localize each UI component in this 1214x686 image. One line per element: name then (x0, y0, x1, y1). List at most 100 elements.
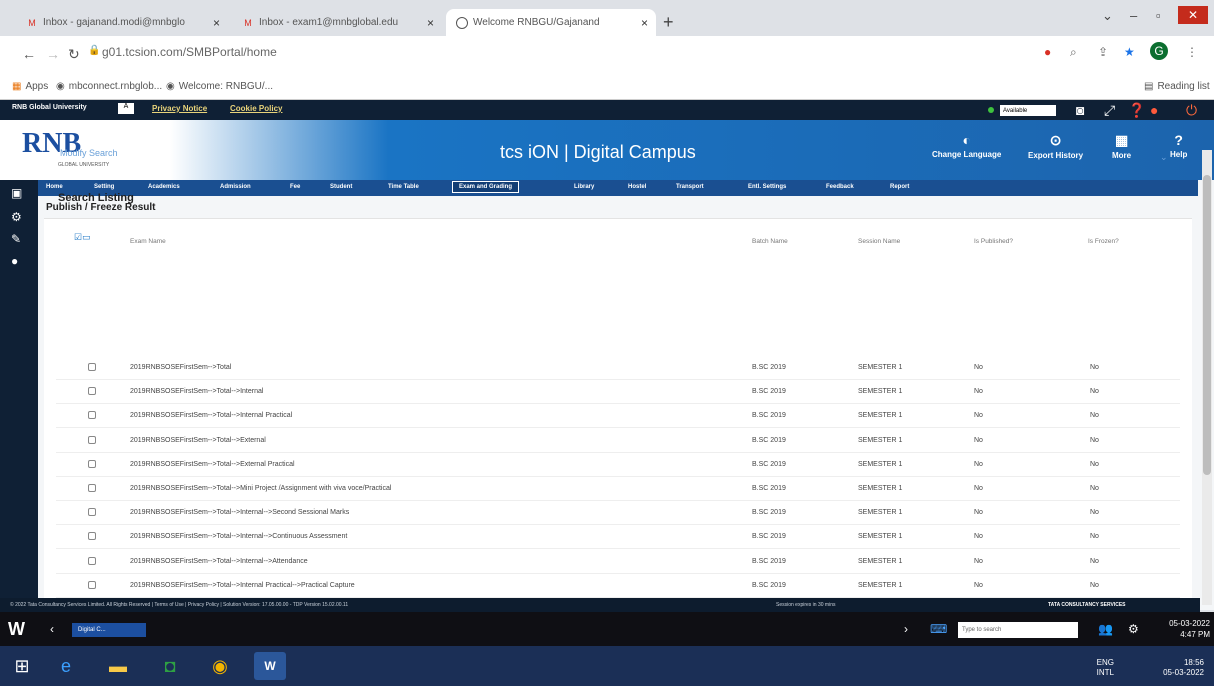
user-icon[interactable]: ● (11, 254, 18, 268)
menu-hostel[interactable]: Hostel (628, 184, 646, 190)
menu-home[interactable]: Home (46, 184, 63, 190)
row-checkbox[interactable] (88, 363, 96, 371)
edge-icon[interactable]: e (50, 652, 82, 680)
export-history-button[interactable]: ⊙ Export History (1028, 132, 1083, 160)
scrollbar-thumb[interactable] (1203, 175, 1211, 475)
remote-taskbar: W ‹ Digital C... › ⌨ Type to search 👥 ⚙ … (0, 612, 1214, 646)
privacy-link[interactable]: Privacy Notice (152, 104, 207, 113)
chevron-down-icon[interactable]: ⌄ (1160, 152, 1168, 163)
tab-inbox-exam[interactable]: M Inbox - exam1@mnbglobal.edu × (232, 9, 442, 36)
grid-icon: ▦ (1114, 132, 1129, 148)
menu-admission[interactable]: Admission (220, 184, 251, 190)
availability-select[interactable]: Available (1000, 105, 1056, 116)
avatar[interactable]: G (1150, 42, 1168, 60)
expand-icon[interactable]: ⤢ (1104, 102, 1115, 119)
close-icon[interactable]: × (641, 16, 648, 30)
menu-report[interactable]: Report (890, 184, 909, 190)
menu-fee[interactable]: Fee (290, 184, 300, 190)
tab-welcome[interactable]: Welcome RNBGU/Gajanand × (446, 9, 656, 36)
menu-transport[interactable]: Transport (676, 184, 704, 190)
people-icon[interactable]: 👥 (1098, 622, 1113, 636)
chrome-icon[interactable]: ◉ (204, 652, 236, 680)
reading-list[interactable]: ▤ Reading list (1144, 81, 1210, 92)
word-icon[interactable]: W (254, 652, 286, 680)
menu-academics[interactable]: Academics (148, 184, 180, 190)
clock-time[interactable]: 18:56 (1184, 658, 1204, 668)
menu-dots-icon[interactable]: ⋮ (1186, 45, 1198, 59)
tab-inbox-gajanand[interactable]: M Inbox - gajanand.modi@mnbglo × (16, 9, 228, 36)
chat-icon[interactable]: ● (1150, 102, 1158, 118)
chevron-right-icon[interactable]: › (904, 622, 908, 636)
cookie-link[interactable]: Cookie Policy (230, 104, 282, 113)
header-button-label: Help (1170, 150, 1188, 159)
chevron-down-icon[interactable]: ⌄ (1102, 8, 1113, 24)
menu-library[interactable]: Library (574, 184, 594, 190)
menu-student[interactable]: Student (330, 184, 352, 190)
power-icon[interactable]: ⏻ (1186, 102, 1197, 119)
row-checkbox[interactable] (88, 435, 96, 444)
settings-icon[interactable]: ⚙ (1128, 622, 1139, 636)
remote-search[interactable]: Type to search (958, 622, 1078, 638)
windows-w-icon[interactable]: W (8, 619, 25, 640)
file-explorer-icon[interactable]: ▬ (102, 652, 134, 680)
row-checkbox[interactable] (88, 387, 96, 396)
help-icon[interactable]: ❓ (1128, 102, 1145, 119)
col-batch-name: Batch Name (752, 238, 788, 245)
url-field[interactable]: g01.tcsion.com/SMBPortal/home (102, 45, 277, 59)
close-icon[interactable]: × (213, 16, 220, 30)
row-checkbox[interactable] (88, 508, 96, 517)
help-button[interactable]: ? Help (1170, 132, 1187, 159)
forward-icon[interactable]: → (46, 46, 60, 62)
row-checkbox[interactable] (88, 459, 96, 468)
camera-icon[interactable]: ◙ (1076, 102, 1084, 118)
maximize-icon[interactable]: ▫ (1156, 8, 1161, 23)
window-close-button[interactable]: ✕ (1178, 6, 1208, 24)
row-checkbox[interactable] (88, 411, 96, 420)
windows-start-icon[interactable]: ⊞ (6, 652, 38, 680)
select-all-checkbox[interactable]: ☑▭ (74, 232, 91, 243)
new-tab-button[interactable]: + (663, 12, 674, 33)
bookmark-star-icon[interactable]: ★ (1124, 45, 1135, 59)
modify-search-link[interactable]: Modify Search (60, 148, 118, 158)
remote-tab[interactable]: Digital C... (72, 623, 146, 637)
menu-feedback[interactable]: Feedback (826, 184, 854, 190)
batch-cell: B.SC 2019 (752, 581, 786, 589)
home-icon[interactable]: ⌂ (11, 166, 18, 180)
export-icon: ⊙ (1049, 132, 1062, 148)
table-row: 2019RNBSOSEFirstSem-->Total-->Internal P… (56, 574, 1180, 598)
batch-cell: B.SC 2019 (752, 388, 786, 396)
document-icon[interactable]: ▣ (11, 186, 22, 200)
bookmark-mbconnect[interactable]: ◉ mbconnect.rnbglob... (56, 81, 162, 92)
share-icon[interactable]: ⇪ (1098, 45, 1108, 59)
more-button[interactable]: ▦ More (1112, 132, 1131, 160)
published-cell: No (974, 436, 983, 444)
menu-setting[interactable]: Setting (94, 184, 114, 190)
font-size-icon[interactable]: A (118, 103, 134, 114)
menu-time-table[interactable]: Time Table (388, 184, 419, 190)
chevron-left-icon[interactable]: ‹ (50, 622, 54, 636)
frozen-cell: No (1090, 485, 1099, 492)
store-icon[interactable]: ◘ (154, 652, 186, 680)
bookmark-welcome[interactable]: ◉ Welcome: RNBGU/... (166, 81, 273, 92)
settings-icon[interactable]: ⚙ (11, 210, 22, 224)
minimize-icon[interactable]: – (1130, 8, 1137, 23)
keyboard-icon[interactable]: ⌨ (930, 622, 947, 636)
extension-icon[interactable]: ● (1044, 45, 1051, 59)
bookmark-apps[interactable]: ▦ Apps (12, 81, 48, 92)
menu-entl-settings[interactable]: Entl. Settings (748, 184, 786, 190)
row-checkbox[interactable] (88, 484, 96, 492)
close-icon[interactable]: × (427, 16, 434, 30)
zoom-icon[interactable]: ⌕ (1070, 45, 1077, 60)
reload-icon[interactable]: ↻ (68, 46, 80, 63)
back-icon[interactable]: ← (22, 46, 36, 62)
row-checkbox[interactable] (88, 532, 96, 541)
lang-label[interactable]: ENG (1097, 658, 1114, 668)
row-checkbox[interactable] (88, 580, 96, 589)
row-checkbox[interactable] (88, 556, 96, 565)
reading-list-icon: ▤ (1144, 81, 1154, 92)
session-cell: SEMESTER 1 (858, 388, 903, 396)
edit-icon[interactable]: ✎ (11, 232, 21, 246)
remote-time: 4:47 PM (1180, 630, 1210, 639)
menu-exam-and-grading[interactable]: Exam and Grading (452, 181, 520, 193)
change-language-button[interactable]: ◐ Change Language (932, 132, 1001, 159)
